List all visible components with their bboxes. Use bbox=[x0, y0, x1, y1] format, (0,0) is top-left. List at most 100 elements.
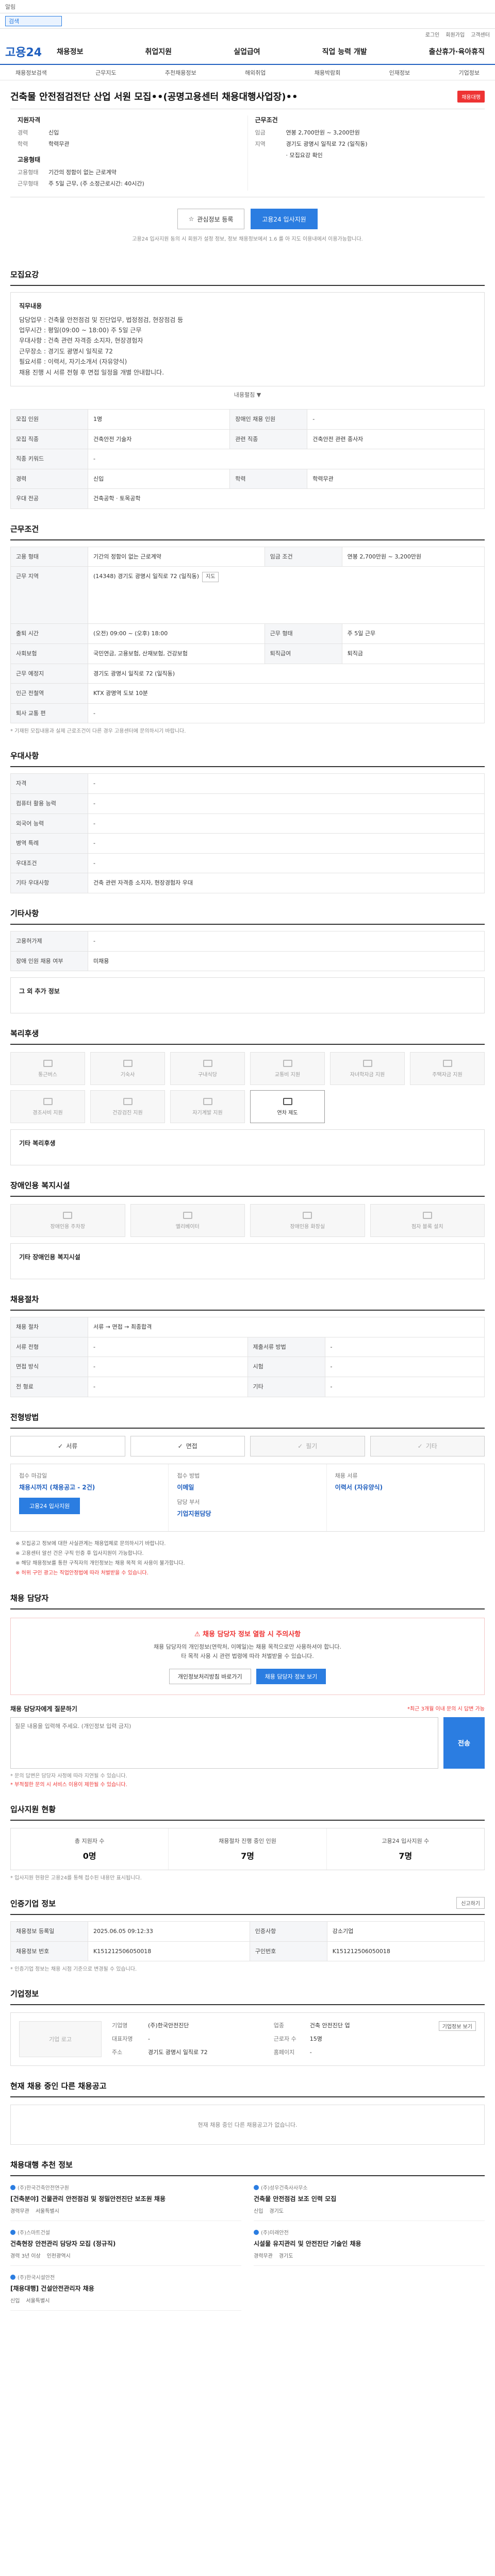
th: 학력 bbox=[229, 468, 308, 489]
th: 장애 인원 채용 여부 bbox=[10, 951, 88, 972]
td: K151212506050018 bbox=[88, 1941, 250, 1962]
th: 자격 bbox=[10, 773, 88, 794]
search-input[interactable]: 검색 bbox=[5, 15, 62, 26]
gnb-item-support[interactable]: 취업지원 bbox=[145, 46, 172, 57]
cafeteria-icon bbox=[203, 1059, 212, 1067]
tab-overseas[interactable]: 해외취업 bbox=[245, 69, 266, 77]
stats-box: 총 지원자 수 0명 채용절차 진행 중인 인원 7명 고용24 입사지원 수 7명 bbox=[10, 1827, 485, 1870]
section-others: 현재 채용 중인 다른 채용공고 현재 채용 중인 다른 채용공고가 없습니다. bbox=[10, 2066, 485, 2145]
location: 경기도 bbox=[269, 2209, 284, 2215]
search-bar: 검색 bbox=[0, 13, 495, 29]
scrap-button[interactable]: ☆ 관심정보 등록 bbox=[177, 209, 244, 230]
label: 지역 bbox=[255, 141, 266, 148]
info-row: 근로자 수 15명 bbox=[274, 2035, 425, 2044]
td: - bbox=[88, 813, 485, 834]
site-logo[interactable]: 고용24 bbox=[5, 43, 57, 60]
value[interactable]: · 모집요강 확인 bbox=[286, 151, 478, 159]
career: 경력무관 bbox=[10, 2209, 29, 2215]
method-document: ✓ 서류 bbox=[10, 1435, 125, 1456]
welfare-item: 교통비 지원 bbox=[250, 1052, 325, 1086]
tab-recommend[interactable]: 추천채용정보 bbox=[165, 69, 196, 77]
tab-fair[interactable]: 채용박람회 bbox=[315, 69, 341, 77]
value: - bbox=[148, 2036, 150, 2043]
notice-bullets: ※ 모집공고 정보에 대한 사실관계는 채용업체로 문의하시기 바랍니다. ※ … bbox=[10, 1539, 485, 1578]
gnb-item-training[interactable]: 직업 능력 개발 bbox=[322, 46, 367, 57]
th: 외국어 능력 bbox=[10, 813, 88, 834]
list-item[interactable]: (주)스마트건설 건축현장 안전관리 담당자 모집 (정규직) 경력 3년 이상… bbox=[10, 2228, 241, 2266]
map-button[interactable]: 지도 bbox=[202, 572, 219, 583]
list-item[interactable]: (주)한국시설안전 [채용대행] 건설안전관리자 채용 신입 서울특별시 bbox=[10, 2273, 241, 2311]
table-row: 채용정보 등록일 2025.06.05 09:12:33 인증사항 강소기업 bbox=[10, 1921, 485, 1942]
report-button[interactable]: 신고하기 bbox=[456, 1896, 485, 1909]
restroom-icon bbox=[303, 1211, 312, 1219]
send-button[interactable]: 전송 bbox=[443, 1717, 485, 1769]
company-name: (주)스마트건설 bbox=[18, 2230, 51, 2236]
view-contact-button[interactable]: 채용 담당자 정보 보기 bbox=[256, 1668, 326, 1684]
stat-value: 7명 bbox=[241, 1851, 254, 1861]
summary-conditions: 근무조건 임금 연봉 2,700만원 ~ 3,200만원 지역 경기도 광명시 일직… bbox=[247, 115, 485, 191]
location: 경기도 bbox=[278, 2253, 293, 2260]
stat-label: 총 지원자 수 bbox=[74, 1837, 105, 1844]
summary-row: 임금 연봉 2,700만원 ~ 3,200만원 bbox=[255, 128, 478, 137]
list-item[interactable]: (주)미래안전 시설물 유지관리 및 안전진단 기술인 채용 경력무관 경기도 bbox=[254, 2228, 485, 2266]
th: 인근 전철역 bbox=[10, 683, 88, 704]
td: 건축 관련 자격증 소지자, 현장경험자 우대 bbox=[88, 873, 485, 894]
welfare-label: 자녀학자금 지원 bbox=[350, 1072, 385, 1078]
company-info-button[interactable]: 기업정보 보기 bbox=[438, 2021, 476, 2031]
apply-button[interactable]: 고용24 입사지원 bbox=[251, 209, 318, 230]
value: 신입 bbox=[48, 129, 59, 137]
th: 장애인 채용 인원 bbox=[229, 409, 308, 430]
table-row: 모집 직종 건축안전 기술자 관련 직종 건축안전 관련 종사자 bbox=[10, 429, 485, 450]
access-more-box: 기타 장애인용 복지시설 bbox=[10, 1243, 485, 1280]
td: (오전) 09:00 ~ (오후) 18:00 bbox=[88, 623, 265, 645]
address: (14348) 경기도 광명시 일직로 72 (일직동) bbox=[93, 573, 200, 580]
company-icon bbox=[254, 2184, 259, 2190]
td: - bbox=[88, 449, 485, 469]
td: - bbox=[88, 793, 485, 814]
table-row: 고용 형태 기간의 정함이 없는 근로계약 임금 조건 연봉 2,700만원 ~ 3,… bbox=[10, 546, 485, 567]
section-etc: 기타사항 고용허가제 - 장애 인원 채용 여부 미채용 그 외 추가 정보 bbox=[10, 893, 485, 1014]
td: 미채용 bbox=[88, 951, 485, 972]
company-name: (주)한국건축안전연구원 bbox=[18, 2185, 69, 2192]
th: 시험 bbox=[247, 1357, 325, 1377]
table-row: 경력 신입 학력 학력무관 bbox=[10, 468, 485, 489]
tab-talent[interactable]: 인재정보 bbox=[389, 69, 410, 77]
bullet: ※ 해당 채용정보를 통한 구직자의 개인정보는 채용 목적 외 사용이 불가합… bbox=[15, 1560, 185, 1566]
gnb-item-leave[interactable]: 출산휴가·육아휴직 bbox=[429, 46, 485, 57]
section-title: 인증기업 정보 bbox=[10, 1899, 56, 1908]
welfare-label: 자기계발 지원 bbox=[192, 1110, 223, 1116]
tab-company[interactable]: 기업정보 bbox=[459, 69, 480, 77]
signup-link[interactable]: 회원가입 bbox=[446, 30, 465, 38]
bullet: ※ 허위 구인 광고는 직업안정법에 따라 처벌받을 수 있습니다. bbox=[15, 1570, 148, 1576]
th: 근무 지역 bbox=[10, 566, 88, 624]
book-icon bbox=[203, 1097, 212, 1105]
welfare-item: 자녀학자금 지원 bbox=[330, 1052, 405, 1086]
list-item[interactable]: (주)성우건축사사무소 건축물 안전점검 보조 인력 모집 신입 경기도 bbox=[254, 2183, 485, 2222]
list-item[interactable]: (주)한국건축안전연구원 [건축분야] 건물관리 안전점검 및 정밀안전진단 보… bbox=[10, 2183, 241, 2222]
question-input[interactable] bbox=[10, 1717, 438, 1769]
info-row: 업종 건축 안전진단 업 bbox=[274, 2021, 425, 2030]
section-title: 채용 담당자 bbox=[10, 1592, 485, 1609]
location: 서울특별시 bbox=[35, 2209, 59, 2215]
section-contact: 채용 담당자 ⚠ 채용 담당자 정보 열람 시 주의사항 채용 담당자의 개인정… bbox=[10, 1578, 485, 1789]
th: 모집 직종 bbox=[10, 429, 88, 450]
table-row: 인근 전철역 KTX 광명역 도보 10분 bbox=[10, 683, 485, 704]
scrap-label: 관심정보 등록 bbox=[197, 215, 234, 223]
support-link[interactable]: 고객센터 bbox=[471, 30, 490, 38]
tab-map[interactable]: 근무지도 bbox=[95, 69, 116, 77]
contact-value: 이메일 bbox=[177, 1483, 194, 1491]
expand-toggle[interactable]: 내용펼침 ▼ bbox=[10, 386, 485, 403]
th: 서류 전형 bbox=[10, 1336, 88, 1358]
td: 건축공학 · 토목공학 bbox=[88, 488, 485, 509]
summary-row: 지역 경기도 광명시 일직로 72 (일직동) bbox=[255, 140, 478, 148]
section-stats: 입사지원 현황 총 지원자 수 0명 채용절차 진행 중인 인원 7명 고용24 입… bbox=[10, 1789, 485, 1883]
desc-line: 필요서류 : 이력서, 자기소개서 (자유양식) bbox=[19, 358, 127, 366]
privacy-button[interactable]: 개인정보처리방침 바로가기 bbox=[169, 1668, 251, 1684]
apply-button-secondary[interactable]: 고용24 입사지원 bbox=[19, 1497, 80, 1514]
gnb-item-benefit[interactable]: 실업급여 bbox=[234, 46, 260, 57]
tab-search[interactable]: 채용정보검색 bbox=[15, 69, 47, 77]
gnb-item-jobs[interactable]: 채용정보 bbox=[57, 46, 84, 57]
login-link[interactable]: 로그인 bbox=[425, 30, 440, 38]
house-icon bbox=[442, 1059, 452, 1067]
label: 대표자명 bbox=[112, 2036, 133, 2043]
